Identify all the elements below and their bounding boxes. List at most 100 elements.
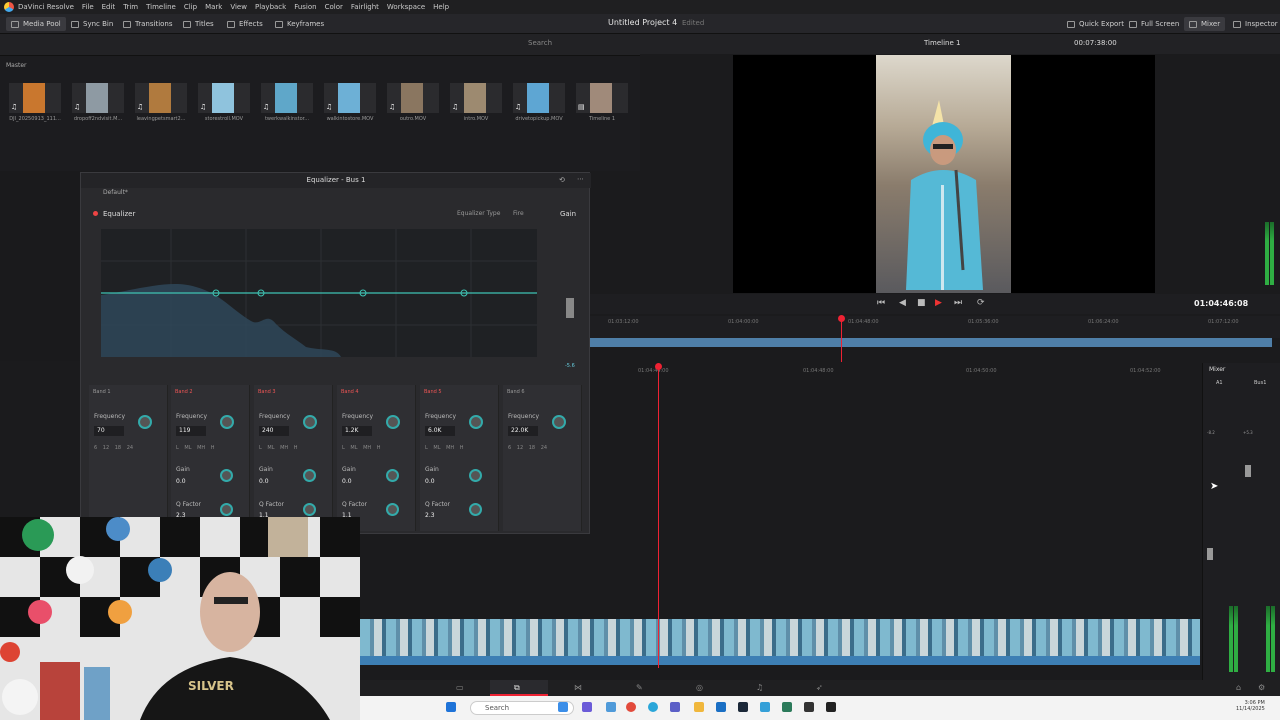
fusion-page-icon[interactable]: ⋈ — [574, 683, 582, 692]
edit-page-icon[interactable]: ⧉ — [514, 683, 520, 693]
menu-fairlight[interactable]: Fairlight — [351, 3, 379, 11]
band-4-gain[interactable]: 0.0 — [342, 478, 352, 485]
fairlight-page-icon[interactable]: ◎ — [696, 683, 703, 692]
band-2-q-knob[interactable] — [220, 503, 233, 516]
band-1-slope[interactable]: 6 12 18 24 — [94, 445, 164, 451]
audio-track[interactable] — [360, 656, 1200, 665]
deliver-page-icon[interactable]: ➶ — [816, 683, 823, 692]
keyframes-button[interactable]: Keyframes — [270, 17, 329, 31]
inspector-button[interactable]: Inspector — [1228, 17, 1280, 31]
bin-master[interactable]: Master — [6, 62, 27, 69]
davinci-resolve-icon[interactable] — [826, 702, 836, 712]
menu-color[interactable]: Color — [325, 3, 343, 11]
band-6-header[interactable]: Band 6 — [507, 389, 578, 399]
band-2-header[interactable]: Band 2 — [175, 389, 246, 399]
equalizer-type-dropdown[interactable]: Fire — [513, 210, 524, 217]
clip-item[interactable]: ♫ DJI_20250913_111... — [9, 83, 61, 122]
band-4-frequency[interactable]: 1.2K — [342, 426, 372, 436]
outlook-icon[interactable] — [716, 702, 726, 712]
playhead[interactable] — [658, 366, 659, 668]
band-1-frequency-knob[interactable] — [138, 415, 152, 429]
menu-help[interactable]: Help — [433, 3, 449, 11]
menu-trim[interactable]: Trim — [123, 3, 138, 11]
clip-item[interactable]: ♫ leavingpetsmart2... — [135, 83, 187, 122]
more-options-icon[interactable]: ⋯ — [577, 175, 584, 183]
band-1-header[interactable]: Band 1 — [93, 389, 164, 399]
band-2-gain[interactable]: 0.0 — [176, 478, 186, 485]
band-5-frequency[interactable]: 6.0K — [425, 426, 455, 436]
eq-graph[interactable] — [101, 229, 537, 357]
band-5-q-knob[interactable] — [469, 503, 482, 516]
clip-item[interactable]: ♫ outro.MOV — [387, 83, 439, 122]
band-5-gain[interactable]: 0.0 — [425, 478, 435, 485]
titles-button[interactable]: Titles — [178, 17, 219, 31]
quick-export-button[interactable]: Quick Export — [1062, 17, 1129, 31]
menu-playback[interactable]: Playback — [255, 3, 286, 11]
band-6-frequency[interactable]: 22.0K — [508, 426, 538, 436]
band-6-slope[interactable]: 6 12 18 24 — [508, 445, 578, 451]
timeline-item[interactable]: ▤ Timeline 1 — [576, 83, 628, 122]
band-5-q[interactable]: 2.3 — [425, 512, 435, 519]
band-4-gain-knob[interactable] — [386, 469, 399, 482]
taskbar-app-icon[interactable] — [782, 702, 792, 712]
menu-fusion[interactable]: Fusion — [294, 3, 316, 11]
band-3-q-knob[interactable] — [303, 503, 316, 516]
play-icon[interactable]: ▶ — [935, 298, 942, 308]
band-3-gain-knob[interactable] — [303, 469, 316, 482]
mixer-channel-bus1[interactable]: Bus1 — [1254, 380, 1266, 386]
band-4-header[interactable]: Band 4 — [341, 389, 412, 399]
playhead-handle[interactable] — [655, 363, 662, 370]
clip-item[interactable]: ♫ twerkwalkinstor... — [261, 83, 313, 122]
band-2-gain-knob[interactable] — [220, 469, 233, 482]
menu-view[interactable]: View — [230, 3, 247, 11]
color-page-icon[interactable]: ✎ — [636, 683, 643, 692]
playhead-overview[interactable] — [841, 316, 842, 362]
play-reverse-icon[interactable]: ◀ — [899, 298, 906, 308]
clip-item[interactable]: ♫ storestroll.MOV — [198, 83, 250, 122]
effects-button[interactable]: Effects — [222, 17, 268, 31]
taskbar-app-icon[interactable] — [558, 702, 568, 712]
menu-file[interactable]: File — [82, 3, 94, 11]
music-page-icon[interactable]: ♫ — [756, 683, 763, 692]
full-screen-button[interactable]: Full Screen — [1124, 17, 1184, 31]
band-4-frequency-knob[interactable] — [386, 415, 400, 429]
band-5-shape[interactable]: L ML MH H — [425, 445, 495, 451]
reset-icon[interactable]: ⟲ — [559, 176, 565, 184]
preset-selector[interactable]: Default* — [87, 189, 587, 201]
menu-timeline[interactable]: Timeline — [146, 3, 176, 11]
band-5-frequency-knob[interactable] — [469, 415, 483, 429]
mixer-button[interactable]: Mixer — [1184, 17, 1226, 31]
media-page-icon[interactable]: ▭ — [456, 683, 464, 692]
band-3-frequency-knob[interactable] — [303, 415, 317, 429]
chrome-icon[interactable] — [626, 702, 636, 712]
clip-item[interactable]: ♫ drivetopickup.MOV — [513, 83, 565, 122]
band-6-frequency-knob[interactable] — [552, 415, 566, 429]
bus1-fader[interactable] — [1245, 465, 1251, 477]
band-2-frequency-knob[interactable] — [220, 415, 234, 429]
taskbar-app-icon[interactable] — [606, 702, 616, 712]
taskbar-app-icon[interactable] — [804, 702, 814, 712]
skip-end-icon[interactable]: ⏭ — [954, 298, 962, 308]
edge-icon[interactable] — [648, 702, 658, 712]
equalizer-header[interactable]: Equalizer — [93, 210, 135, 218]
viewer-timeline-name[interactable]: Timeline 1 — [924, 39, 960, 47]
band-3-gain[interactable]: 0.0 — [259, 478, 269, 485]
clip-item[interactable]: ♫ walkintostore.MOV — [324, 83, 376, 122]
band-3-shape[interactable]: L ML MH H — [259, 445, 329, 451]
band-2-shape[interactable]: L ML MH H — [176, 445, 246, 451]
power-icon[interactable] — [93, 211, 98, 216]
taskbar-clock[interactable]: 3:06 PM 11/14/2025 — [1236, 700, 1265, 712]
menu-clip[interactable]: Clip — [184, 3, 197, 11]
clip-item[interactable]: ♫ dropoff2ndvisit.M... — [72, 83, 124, 122]
steam-icon[interactable] — [738, 702, 748, 712]
band-4-q-knob[interactable] — [386, 503, 399, 516]
clip-item[interactable]: ♫ intro.MOV — [450, 83, 502, 122]
home-icon[interactable]: ⌂ — [1236, 683, 1241, 692]
band-1-frequency[interactable]: 70 — [94, 426, 124, 436]
band-5-gain-knob[interactable] — [469, 469, 482, 482]
gain-fader[interactable] — [566, 298, 574, 318]
skip-start-icon[interactable]: ⏮ — [877, 298, 885, 308]
search-input[interactable]: Search — [528, 39, 598, 49]
stop-icon[interactable]: ■ — [917, 298, 926, 308]
taskbar-app-icon[interactable] — [582, 702, 592, 712]
